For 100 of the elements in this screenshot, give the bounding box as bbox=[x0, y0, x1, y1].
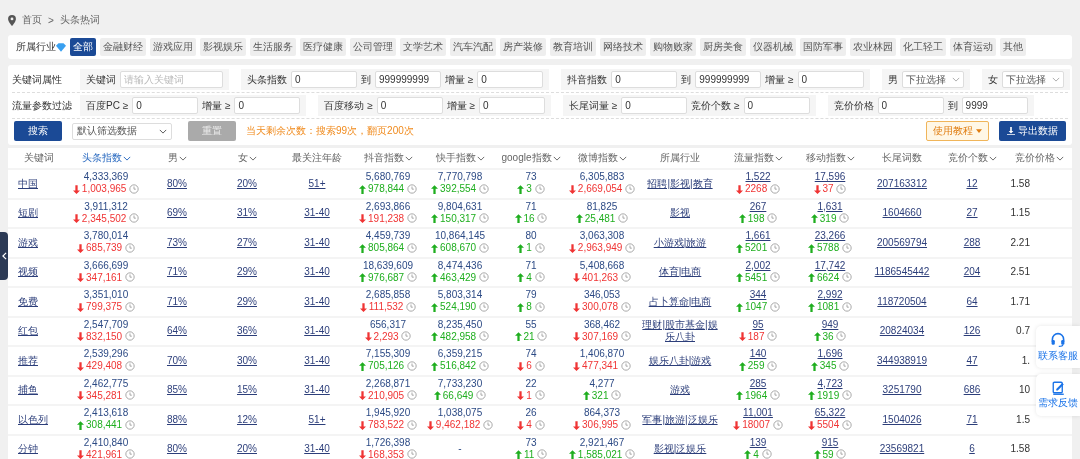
count-link[interactable]: 20824034 bbox=[879, 325, 925, 337]
age-link[interactable]: 51+ bbox=[308, 413, 326, 425]
clock-icon[interactable] bbox=[770, 183, 780, 194]
age-link[interactable]: 31-40 bbox=[304, 207, 330, 219]
percent-link[interactable]: 29% bbox=[237, 295, 257, 307]
clock-icon[interactable] bbox=[406, 360, 417, 371]
clock-icon[interactable] bbox=[406, 272, 417, 282]
breadcrumb-link[interactable]: 首页 bbox=[22, 13, 42, 27]
metric-link[interactable]: 139 bbox=[749, 436, 767, 449]
clock-icon[interactable] bbox=[767, 360, 778, 371]
clock-icon[interactable] bbox=[625, 183, 636, 194]
keyword-link[interactable]: 红包 bbox=[18, 325, 38, 337]
clock-icon[interactable] bbox=[767, 213, 778, 223]
clock-icon[interactable] bbox=[842, 390, 852, 400]
industry-link[interactable]: 招聘|影视|教育 bbox=[647, 177, 713, 190]
keyword-link[interactable]: 推荐 bbox=[18, 354, 38, 366]
industry-link[interactable]: 占卜算命|电商 bbox=[648, 295, 712, 308]
count-link[interactable]: 204 bbox=[963, 266, 981, 278]
industry-tag[interactable]: 其他 bbox=[1000, 38, 1026, 56]
clock-icon[interactable] bbox=[124, 301, 135, 312]
clock-icon[interactable] bbox=[478, 272, 489, 282]
percent-link[interactable]: 15% bbox=[237, 384, 257, 396]
clock-icon[interactable] bbox=[836, 331, 847, 341]
text-field[interactable]: 999999999 bbox=[695, 71, 762, 88]
count-link[interactable]: 6 bbox=[969, 443, 975, 455]
age-link[interactable]: 31-40 bbox=[304, 266, 330, 278]
industry-tag[interactable]: 公司管理 bbox=[350, 38, 396, 56]
clock-icon[interactable] bbox=[620, 331, 631, 341]
industry-link[interactable]: 娱乐八卦|游戏 bbox=[648, 354, 712, 367]
count-link[interactable]: 288 bbox=[963, 236, 981, 248]
clock-icon[interactable] bbox=[478, 331, 489, 341]
text-field[interactable]: 0 bbox=[479, 97, 545, 114]
metric-link[interactable]: 1,631 bbox=[817, 200, 843, 213]
export-button[interactable]: 导出数据 bbox=[999, 121, 1066, 141]
column-header[interactable]: 流量指数 bbox=[722, 148, 794, 169]
clock-icon[interactable] bbox=[476, 390, 487, 400]
keyword-link[interactable]: 短剧 bbox=[18, 207, 38, 219]
count-link[interactable]: 200569794 bbox=[876, 236, 928, 248]
percent-link[interactable]: 80% bbox=[167, 443, 187, 455]
metric-link[interactable]: 2,992 bbox=[817, 289, 843, 301]
keyword-link[interactable]: 以色列 bbox=[18, 413, 48, 425]
clock-icon[interactable] bbox=[124, 331, 135, 341]
metric-link[interactable]: 95 bbox=[752, 318, 764, 331]
industry-link[interactable]: 游戏 bbox=[670, 384, 690, 397]
search-button[interactable]: 搜索 bbox=[14, 121, 62, 141]
clock-icon[interactable] bbox=[537, 449, 548, 459]
clock-icon[interactable] bbox=[129, 183, 140, 194]
percent-link[interactable]: 27% bbox=[237, 236, 257, 248]
metric-link[interactable]: 344 bbox=[749, 289, 767, 301]
industry-tag[interactable]: 体育运动 bbox=[950, 38, 996, 56]
clock-icon[interactable] bbox=[534, 301, 545, 312]
clock-icon[interactable] bbox=[620, 419, 631, 430]
count-link[interactable]: 3251790 bbox=[882, 384, 922, 396]
clock-icon[interactable] bbox=[534, 242, 545, 253]
column-header[interactable]: 竞价价格 bbox=[1006, 148, 1072, 169]
percent-link[interactable]: 12% bbox=[237, 413, 257, 425]
clock-icon[interactable] bbox=[770, 242, 780, 253]
count-link[interactable]: 126 bbox=[963, 325, 981, 337]
percent-link[interactable]: 64% bbox=[167, 325, 187, 337]
age-link[interactable]: 31-40 bbox=[304, 236, 330, 248]
clock-icon[interactable] bbox=[124, 272, 135, 282]
text-field[interactable]: 0 bbox=[477, 71, 544, 88]
clock-icon[interactable] bbox=[124, 419, 135, 430]
count-link[interactable]: 118720504 bbox=[877, 295, 927, 307]
industry-tag[interactable]: 游戏应用 bbox=[150, 38, 196, 56]
industry-link[interactable]: 理财|股市基金|娱乐八卦 bbox=[638, 319, 722, 344]
metric-link[interactable]: 17,596 bbox=[814, 171, 846, 183]
percent-link[interactable]: 20% bbox=[237, 443, 257, 455]
clock-icon[interactable] bbox=[770, 301, 780, 312]
clock-icon[interactable] bbox=[537, 213, 548, 223]
clock-icon[interactable] bbox=[625, 449, 636, 459]
clock-icon[interactable] bbox=[478, 213, 489, 223]
count-link[interactable]: 27 bbox=[966, 207, 978, 219]
percent-link[interactable]: 88% bbox=[167, 413, 187, 425]
clock-icon[interactable] bbox=[836, 449, 847, 459]
clock-icon[interactable] bbox=[620, 301, 631, 312]
keyword-link[interactable]: 中国 bbox=[18, 177, 38, 189]
dropdown[interactable]: 下拉选择 bbox=[1001, 71, 1064, 88]
percent-link[interactable]: 29% bbox=[237, 266, 257, 278]
side-widget-button[interactable]: 需求反馈 bbox=[1036, 374, 1080, 416]
age-link[interactable]: 31-40 bbox=[304, 295, 330, 307]
percent-link[interactable]: 30% bbox=[237, 354, 257, 366]
clock-icon[interactable] bbox=[406, 183, 417, 194]
count-link[interactable]: 71 bbox=[966, 413, 978, 425]
clock-icon[interactable] bbox=[761, 449, 772, 459]
clock-icon[interactable] bbox=[770, 272, 780, 282]
preset-dropdown[interactable]: 默认筛选数据 bbox=[72, 122, 172, 140]
age-link[interactable]: 31-40 bbox=[304, 325, 330, 337]
industry-tag[interactable]: 网络技术 bbox=[600, 38, 646, 56]
percent-link[interactable]: 20% bbox=[237, 177, 257, 189]
metric-link[interactable]: 1,661 bbox=[745, 230, 771, 242]
collapse-tab[interactable] bbox=[0, 232, 8, 280]
keyword-link[interactable]: 免费 bbox=[18, 295, 38, 307]
column-header[interactable]: 抖音指数 bbox=[352, 148, 424, 169]
clock-icon[interactable] bbox=[124, 242, 135, 253]
metric-link[interactable]: 949 bbox=[821, 318, 839, 331]
clock-icon[interactable] bbox=[478, 301, 489, 312]
text-field[interactable]: 请输入关键词 bbox=[120, 71, 223, 88]
clock-icon[interactable] bbox=[537, 331, 548, 341]
industry-tag[interactable]: 金融财经 bbox=[100, 38, 146, 56]
